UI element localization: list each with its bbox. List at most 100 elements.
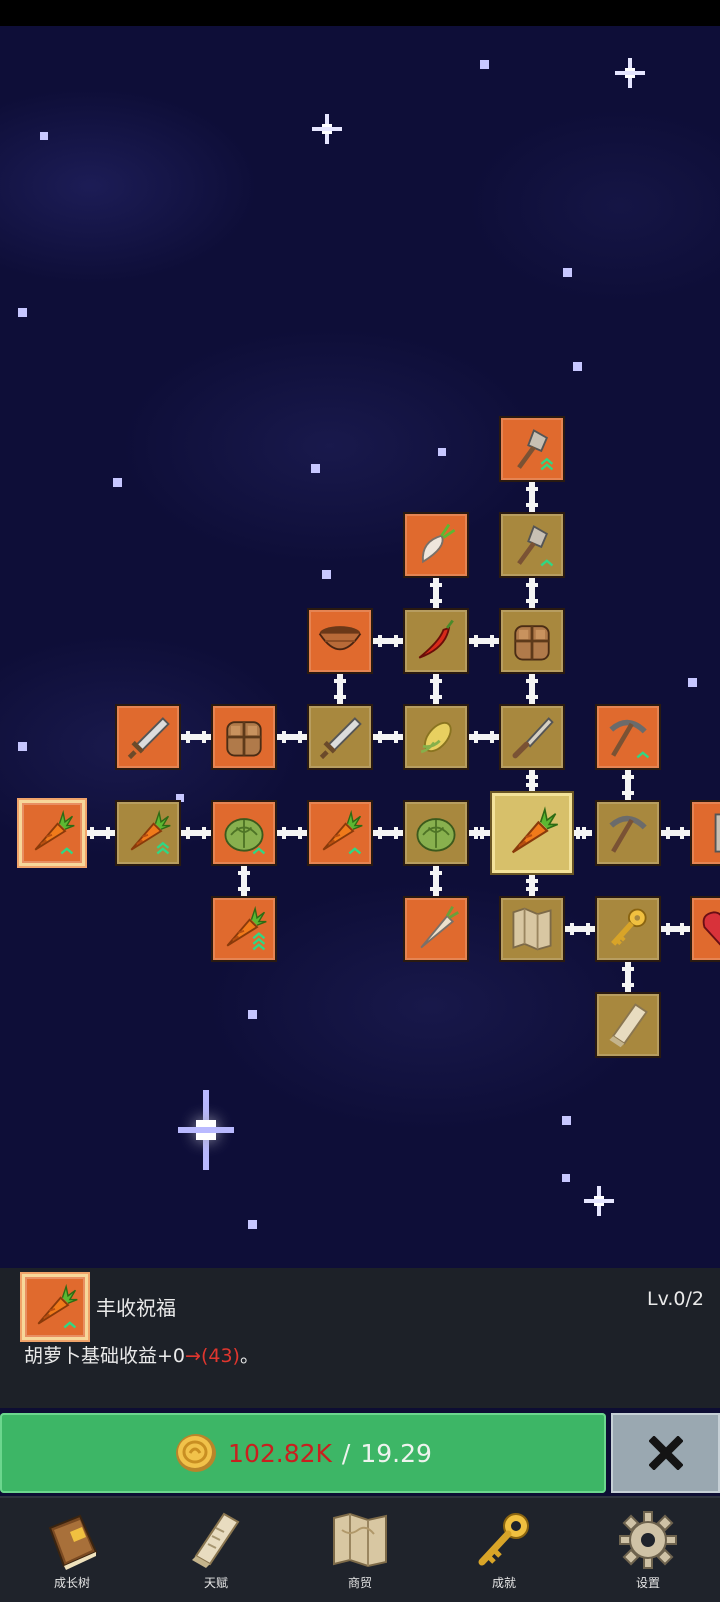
tree-connector <box>430 866 442 896</box>
knife-icon <box>506 711 558 763</box>
tree-connector <box>526 578 538 608</box>
skill-node-carrot-start[interactable] <box>19 800 85 866</box>
skill-node-cabbage-2[interactable] <box>403 800 469 866</box>
tree-connector <box>430 674 442 704</box>
skill-node-corn[interactable] <box>403 704 469 770</box>
skill-node-map[interactable] <box>499 896 565 962</box>
star <box>562 1174 570 1182</box>
tree-connector <box>180 827 212 839</box>
bowl-icon <box>314 615 366 667</box>
radish-icon <box>410 519 462 571</box>
tree-connector <box>238 866 250 896</box>
nav-talent[interactable]: 天赋 <box>144 1498 288 1602</box>
nav-label: 成就 <box>491 1576 516 1590</box>
skill-node-scroll[interactable] <box>595 992 661 1058</box>
skill-node-parsnip[interactable] <box>403 896 469 962</box>
parsnip-icon <box>410 903 462 955</box>
skill-node-backpack-2[interactable] <box>499 608 565 674</box>
skill-node-knife[interactable] <box>499 704 565 770</box>
nav-settings[interactable]: 设置 <box>576 1498 720 1602</box>
skill-node-radish[interactable] <box>403 512 469 578</box>
star <box>113 478 122 487</box>
carrot-icon <box>314 807 366 859</box>
nav-label: 设置 <box>635 1576 660 1590</box>
skill-node-backpack-1[interactable] <box>211 704 277 770</box>
star <box>688 678 697 687</box>
star <box>248 1010 257 1019</box>
backpack-icon <box>218 711 270 763</box>
nav-label: 天赋 <box>203 1576 228 1590</box>
nav-growth-tree[interactable]: 成长树 <box>0 1498 144 1602</box>
upgrade-button[interactable]: 102.82K / 19.29 <box>0 1413 606 1493</box>
tree-connector <box>660 827 690 839</box>
scroll-icon <box>602 999 654 1051</box>
selected-skill-icon <box>22 1274 88 1340</box>
close-icon <box>648 1436 683 1470</box>
sparkle-star <box>584 1186 614 1216</box>
nav-achievements[interactable]: 成就 <box>432 1498 576 1602</box>
skill-node-sword-1[interactable] <box>115 704 181 770</box>
cabbage-icon <box>218 807 270 859</box>
tree-connector <box>468 635 500 647</box>
skill-node-carrot-upgrade-2[interactable] <box>115 800 181 866</box>
tree-connector <box>526 482 538 512</box>
tree-connector <box>334 674 346 704</box>
tree-connector <box>622 962 634 992</box>
tree-connector <box>468 827 490 839</box>
skill-node-sword-2[interactable] <box>307 704 373 770</box>
key-icon <box>602 903 654 955</box>
upgrade-cost: 102.82K <box>228 1438 332 1468</box>
tree-connector <box>526 770 538 792</box>
cost-separator: / <box>341 1438 351 1468</box>
star <box>40 132 48 140</box>
backpack-icon <box>506 615 558 667</box>
tree-connector <box>526 674 538 704</box>
gear-icon <box>619 1511 677 1569</box>
skill-node-key[interactable] <box>595 896 661 962</box>
key-icon <box>478 1513 529 1566</box>
skill-node-carrot-upgrade-lower[interactable] <box>211 896 277 962</box>
skill-node-partial-right-1[interactable] <box>690 800 720 866</box>
skill-node-bowl[interactable] <box>307 608 373 674</box>
sword-icon <box>122 711 174 763</box>
star <box>562 1116 571 1125</box>
skill-description: 胡萝卜基础收益+0→(43)。 <box>24 1341 259 1368</box>
pickaxe-icon <box>602 711 654 763</box>
skill-node-carrot-upgrade-3[interactable] <box>307 800 373 866</box>
skill-node-pickaxe-2[interactable] <box>595 800 661 866</box>
bottom-nav: 成长树 天赋 商贸 成就 设置 <box>0 1496 720 1602</box>
scroll-icon <box>192 1512 240 1568</box>
sparkle-star <box>615 58 645 88</box>
skill-level: Lv.0/2 <box>647 1288 704 1310</box>
close-button[interactable] <box>611 1413 720 1493</box>
nav-trade[interactable]: 商贸 <box>288 1498 432 1602</box>
desc-prefix: 胡萝卜基础收益+0 <box>24 1345 186 1367</box>
tree-connector <box>372 635 404 647</box>
map-icon <box>333 1512 387 1568</box>
tree-connector <box>180 731 212 743</box>
shovel-icon <box>506 519 558 571</box>
carrot-icon <box>29 1281 81 1333</box>
star <box>311 464 320 473</box>
skill-title: 丰收祝福 <box>96 1296 176 1320</box>
map-icon <box>506 903 558 955</box>
current-coins: 19.29 <box>360 1438 432 1468</box>
skill-node-shovel-1[interactable] <box>499 416 565 482</box>
corn-icon <box>410 711 462 763</box>
skill-node-carrot-selected[interactable] <box>492 793 572 873</box>
skill-node-partial-right-2[interactable] <box>690 896 720 962</box>
skill-node-pickaxe-1[interactable] <box>595 704 661 770</box>
desc-new-value: (43) <box>200 1345 240 1367</box>
nav-label: 商贸 <box>347 1576 372 1590</box>
skill-node-shovel-2[interactable] <box>499 512 565 578</box>
carrot-icon <box>502 803 562 863</box>
skill-node-chili[interactable] <box>403 608 469 674</box>
skill-tree-canvas[interactable] <box>0 26 720 1268</box>
tree-connector <box>372 731 404 743</box>
carrot-icon <box>122 807 174 859</box>
desc-suffix: 。 <box>239 1345 259 1367</box>
sword-icon <box>314 711 366 763</box>
heart-icon <box>697 903 720 955</box>
star <box>573 362 582 371</box>
skill-node-cabbage-1[interactable] <box>211 800 277 866</box>
